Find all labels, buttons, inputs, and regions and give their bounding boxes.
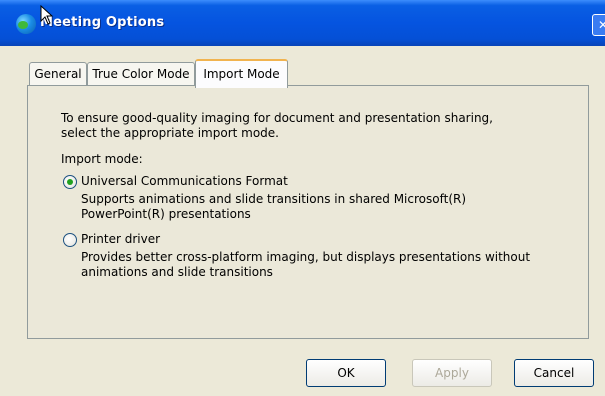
import-mode-label: Import mode: <box>61 152 143 166</box>
ucf-option-label[interactable]: Universal Communications Format <box>81 174 288 189</box>
close-icon[interactable]: ✕ <box>592 14 605 36</box>
printer-driver-description-line2: animations and slide transitions <box>81 265 273 279</box>
intro-text-line1: To ensure good-quality imaging for docum… <box>61 111 493 125</box>
ucf-radio[interactable] <box>63 175 77 189</box>
globe-icon <box>16 14 36 34</box>
window-title: Meeting Options <box>40 15 165 30</box>
printer-driver-description-line1: Provides better cross-platform imaging, … <box>81 250 531 264</box>
intro-text-line2: select the appropriate import mode. <box>61 126 279 140</box>
tab-true-color-mode[interactable]: True Color Mode <box>87 62 195 85</box>
title-bar[interactable]: Meeting Options ✕ <box>0 0 605 46</box>
ok-button[interactable]: OK <box>306 359 386 387</box>
apply-button[interactable]: Apply <box>412 359 492 387</box>
cancel-button[interactable]: Cancel <box>514 359 594 387</box>
mouse-cursor-icon <box>40 5 54 25</box>
tab-import-mode-label: Import Mode <box>203 67 280 81</box>
tab-general-label: General <box>34 67 82 81</box>
import-mode-panel: To ensure good-quality imaging for docum… <box>27 85 589 339</box>
tab-true-color-mode-label: True Color Mode <box>92 67 190 81</box>
tab-general[interactable]: General <box>29 62 87 85</box>
tab-import-mode[interactable]: Import Mode <box>195 59 288 88</box>
meeting-options-dialog: Meeting Options ✕ General True Color Mod… <box>0 0 605 396</box>
ucf-description-line2: PowerPoint(R) presentations <box>81 207 251 221</box>
ucf-description-line1: Supports animations and slide transition… <box>81 192 467 206</box>
printer-driver-option-label[interactable]: Printer driver <box>81 232 160 247</box>
printer-driver-radio[interactable] <box>63 233 77 247</box>
